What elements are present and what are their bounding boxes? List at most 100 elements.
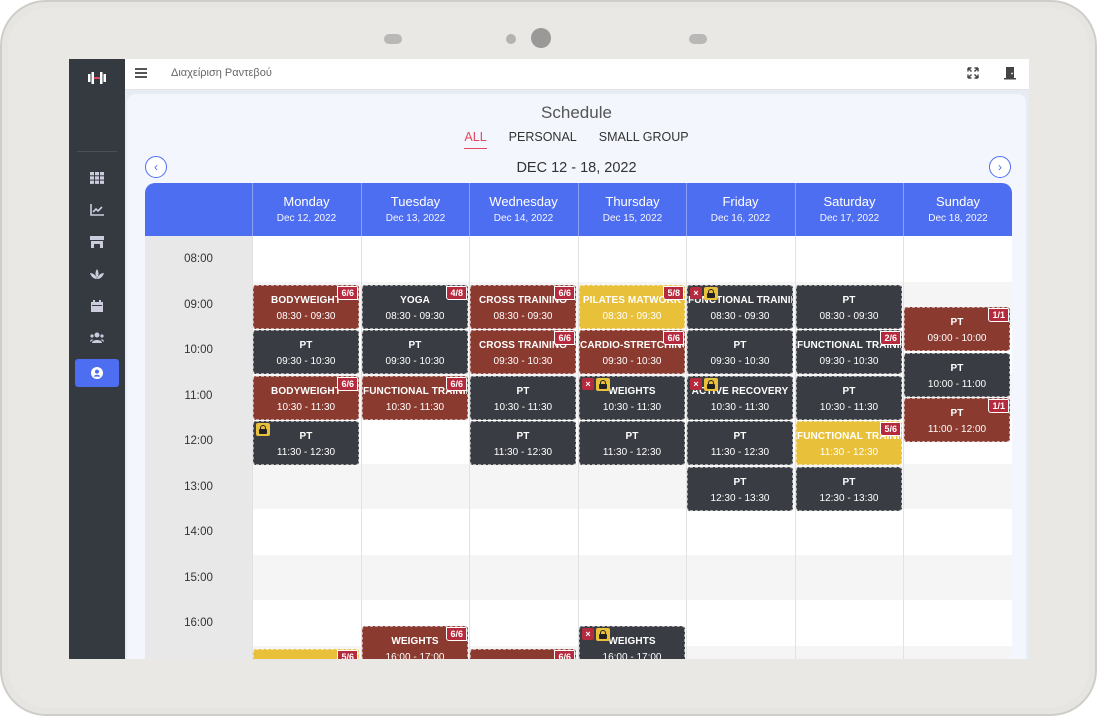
lock-icon [704, 377, 718, 391]
class-event[interactable]: PT 10:30 - 11:30 [470, 375, 576, 420]
event-time: 09:30 - 10:30 [276, 356, 336, 367]
schedule-panel: Schedule ALL PERSONAL SMALL GROUP ‹ DEC … [127, 94, 1026, 659]
day-date: Dec 12, 2022 [276, 213, 337, 224]
day-date: Dec 13, 2022 [385, 213, 446, 224]
event-time: 09:30 - 10:30 [710, 356, 770, 367]
capacity-badge: 5/8 [663, 285, 684, 300]
time-label: 09:00 [184, 298, 213, 311]
class-event[interactable]: PT 09:30 - 10:30 [362, 330, 468, 374]
cancel-icon[interactable]: × [582, 377, 594, 390]
filter-small-group[interactable]: SMALL GROUP [599, 130, 689, 149]
event-time: 09:00 - 10:00 [927, 333, 987, 345]
event-time: 08:30 - 09:30 [819, 310, 879, 322]
event-time: 11:30 - 12:30 [602, 447, 662, 458]
logout-door-icon[interactable] [1003, 66, 1017, 80]
day-header-tuesday: Tuesday Dec 13, 2022 [361, 183, 469, 236]
day-header-wednesday: Wednesday Dec 14, 2022 [469, 183, 577, 236]
class-event[interactable]: PT 12:30 - 13:30 [687, 466, 793, 511]
schedule-title: Schedule [541, 103, 612, 122]
sidebar-item-appointments[interactable] [75, 359, 119, 387]
cancel-icon[interactable]: × [690, 286, 702, 299]
event-time: 10:30 - 11:30 [819, 401, 879, 413]
class-event[interactable]: CARDIO-STRETCHING16:30 - 17:306/6 [470, 648, 576, 659]
day-name: Wednesday [489, 194, 558, 209]
class-event[interactable]: PT 11:30 - 12:30 [470, 421, 576, 465]
sidebar-item-members[interactable] [75, 324, 119, 352]
user-circle-icon [91, 367, 103, 379]
app-logo[interactable] [69, 59, 125, 97]
capacity-badge: 6/6 [337, 376, 358, 391]
event-time: 10:30 - 11:30 [710, 401, 770, 413]
filter-all[interactable]: ALL [464, 130, 487, 149]
class-event[interactable]: BODYWEIGHT16:30 - 17:305/6 [253, 648, 359, 659]
event-time: 08:30 - 09:30 [276, 310, 336, 322]
class-event[interactable]: CARDIO-STRETCHING 09:30 - 10:30 6/6 [579, 330, 685, 374]
class-event[interactable]: PT 11:30 - 12:30 [253, 421, 359, 465]
class-event[interactable]: ACTIVE RECOVERY 10:30 - 11:30 × [687, 375, 793, 420]
class-event[interactable]: PT 11:30 - 12:30 [579, 421, 685, 465]
event-time: 09:30 - 10:30 [602, 356, 662, 367]
chart-line-icon [90, 204, 104, 216]
event-name: PT [950, 362, 964, 374]
time-label: 11:00 [184, 389, 213, 402]
sidebar-item-statistics[interactable] [75, 196, 119, 224]
class-event[interactable]: WEIGHTS 16:00 - 17:00 6/6 [362, 625, 468, 659]
menu-icon[interactable] [135, 68, 147, 78]
day-header-thursday: Thursday Dec 15, 2022 [578, 183, 686, 236]
event-name: PT [733, 431, 747, 442]
class-event[interactable]: BODYWEIGHT 08:30 - 09:30 6/6 [253, 284, 359, 329]
event-time: 08:30 - 09:30 [710, 310, 770, 322]
class-event[interactable]: PILATES MATWORK 08:30 - 09:30 5/8 [579, 284, 685, 329]
event-time: 10:30 - 11:30 [493, 401, 553, 413]
class-event[interactable]: CROSS TRAINING 09:30 - 10:30 6/6 [470, 330, 576, 374]
day-header-saturday: Saturday Dec 17, 2022 [795, 183, 903, 236]
class-event[interactable]: CROSS TRAINING 08:30 - 09:30 6/6 [470, 284, 576, 329]
day-name: Tuesday [390, 194, 441, 209]
day-date: Dec 14, 2022 [493, 213, 554, 224]
sidebar-item-dashboard[interactable] [75, 164, 119, 192]
capacity-badge: 6/6 [446, 626, 467, 641]
class-event[interactable]: PT 11:30 - 12:30 [687, 421, 793, 465]
class-event[interactable]: BODYWEIGHT 10:30 - 11:30 6/6 [253, 375, 359, 420]
class-event[interactable]: FUNCTIONAL TRAINING08:30 - 09:30× [687, 284, 793, 329]
capacity-badge: 1/1 [988, 399, 1009, 414]
sidebar [69, 59, 125, 659]
class-event[interactable]: PT 12:30 - 13:30 [796, 466, 902, 511]
class-event[interactable]: WEIGHTS 16:00 - 17:00 × [579, 625, 685, 659]
class-event[interactable]: FUNCTIONAL TRAINING10:30 - 11:306/6 [362, 375, 468, 420]
top-bar: Διαχείριση Ραντεβού [125, 59, 1029, 90]
fullscreen-icon[interactable] [967, 67, 979, 79]
grid-icon [90, 172, 104, 184]
event-time: 11:00 - 12:00 [927, 424, 987, 436]
class-event[interactable]: FUNCTIONAL TRAINING09:30 - 10:302/6 [796, 330, 902, 374]
sidebar-item-store[interactable] [75, 228, 119, 256]
class-event[interactable]: PT 09:30 - 10:30 [253, 330, 359, 374]
event-name: PT [516, 431, 530, 442]
sidebar-item-calendar[interactable] [75, 292, 119, 320]
cancel-icon[interactable]: × [582, 627, 594, 640]
next-week-button[interactable]: › [989, 156, 1011, 178]
event-time: 10:30 - 11:30 [276, 401, 336, 413]
day-date: Dec 16, 2022 [710, 213, 771, 224]
class-event[interactable]: PT 09:30 - 10:30 [687, 330, 793, 374]
time-label: 16:00 [184, 617, 213, 629]
event-name: PT [842, 385, 856, 397]
class-event[interactable]: FUNCTIONAL TRAINING11:30 - 12:305/6 [796, 421, 902, 465]
sidebar-item-wellness[interactable] [75, 260, 119, 288]
class-event[interactable]: YOGA 08:30 - 09:30 4/8 [362, 284, 468, 329]
cancel-icon[interactable]: × [690, 377, 702, 390]
users-icon [90, 332, 104, 343]
capacity-badge: 6/6 [337, 285, 358, 300]
class-event[interactable]: PT 09:00 - 10:00 1/1 [904, 307, 1010, 352]
event-name: PT [842, 294, 856, 306]
class-event[interactable]: PT 11:00 - 12:00 1/1 [904, 398, 1010, 443]
class-event[interactable]: PT 10:00 - 11:00 [904, 352, 1010, 397]
event-time: 08:30 - 09:30 [493, 310, 553, 322]
class-event[interactable]: PT 08:30 - 09:30 [796, 284, 902, 329]
class-event[interactable]: PT 10:30 - 11:30 [796, 375, 902, 420]
class-event[interactable]: WEIGHTS 10:30 - 11:30 × [579, 375, 685, 420]
filter-personal[interactable]: PERSONAL [509, 130, 577, 149]
sensor-dot [506, 34, 516, 44]
sidebar-divider [77, 151, 117, 152]
schedule-filters: ALL PERSONAL SMALL GROUP [127, 130, 1026, 149]
